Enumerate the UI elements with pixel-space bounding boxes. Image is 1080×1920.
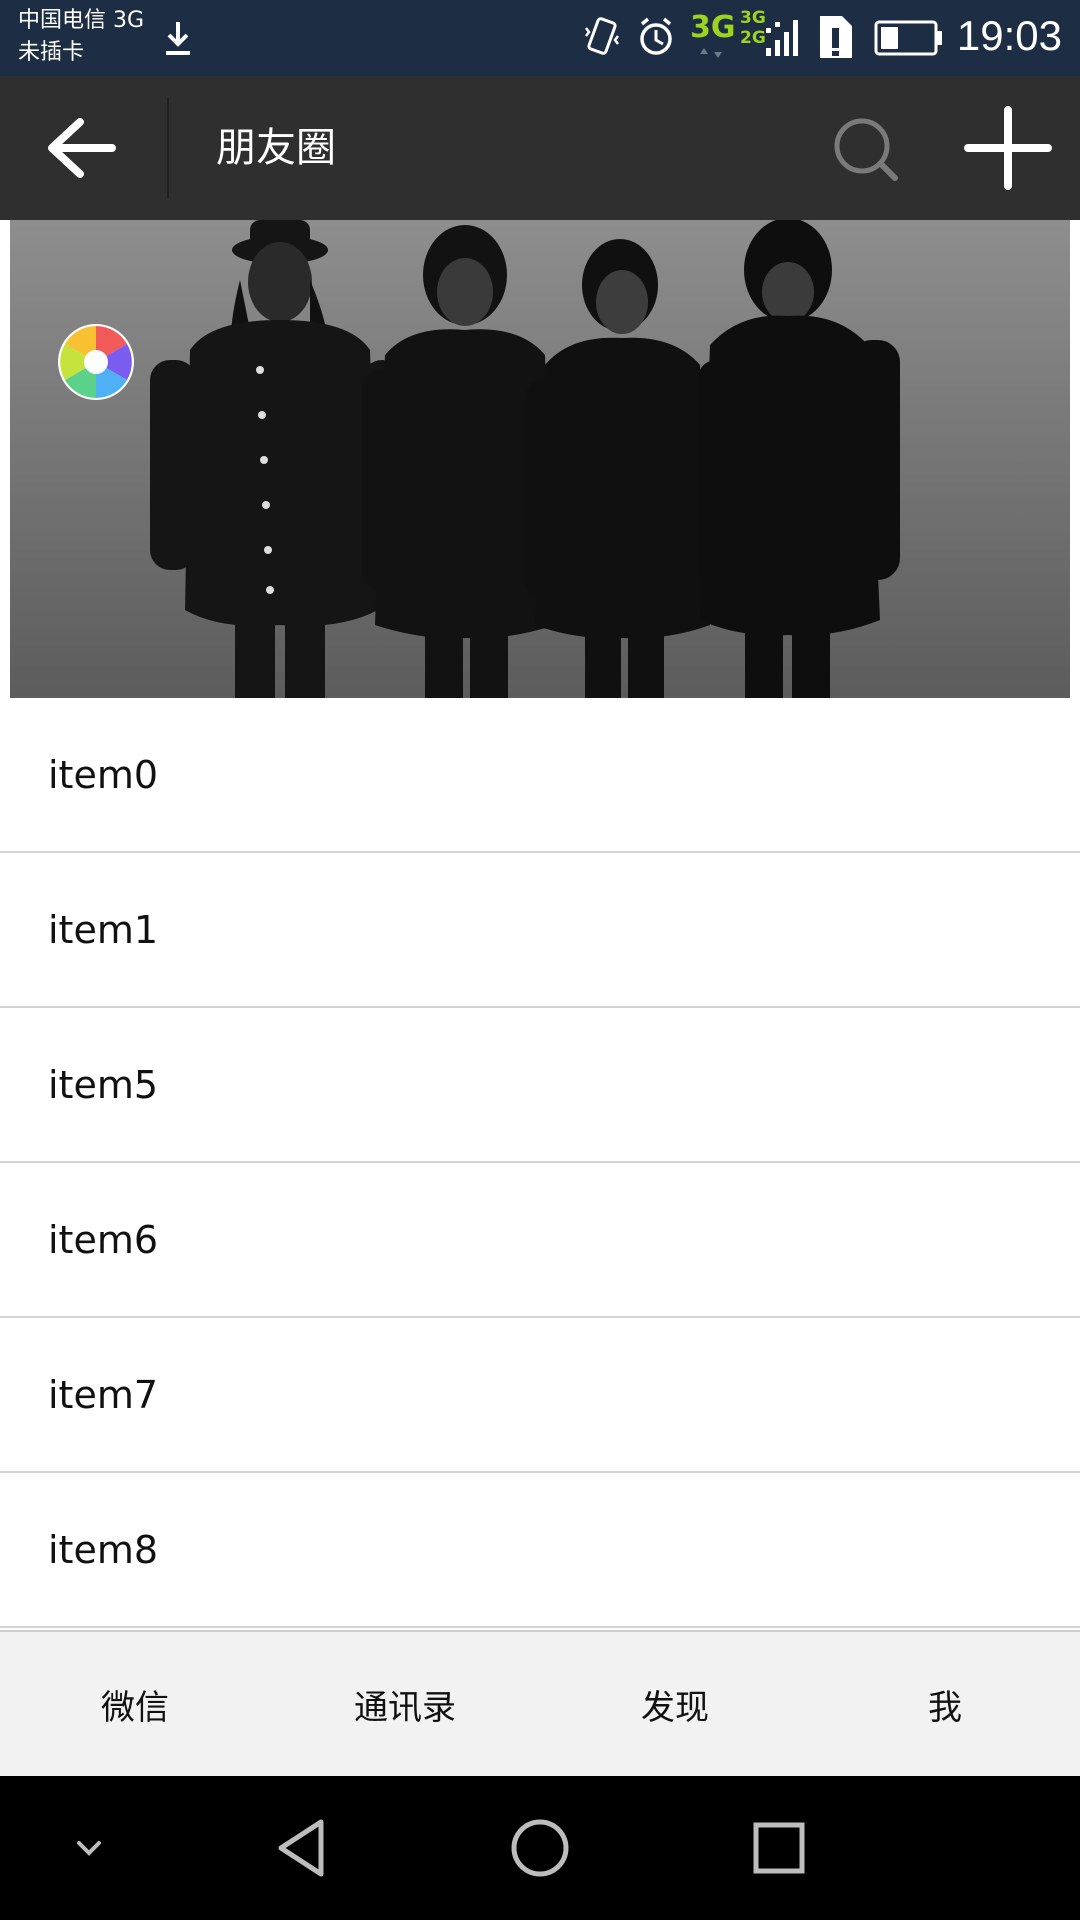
list-item-label: item0 <box>48 752 159 797</box>
nav-recents-button[interactable] <box>734 1806 824 1890</box>
plus-icon <box>964 106 1052 190</box>
list-item[interactable]: item1 <box>0 853 1080 1008</box>
nav-back-button[interactable] <box>256 1806 346 1890</box>
back-arrow-icon <box>48 118 116 178</box>
aperture-icon[interactable] <box>56 322 136 402</box>
battery-icon <box>874 20 942 56</box>
list-item[interactable]: item8 <box>0 1473 1080 1628</box>
carrier-name: 中国电信 3G <box>18 8 145 33</box>
search-icon <box>834 118 898 181</box>
tab-contacts[interactable]: 通讯录 <box>270 1632 540 1776</box>
list-item[interactable]: item7 <box>0 1318 1080 1473</box>
network-secondary: 3G 2G <box>740 8 766 48</box>
system-nav-bar <box>0 1776 1080 1920</box>
carrier-info: 中国电信 3G 未插卡 <box>18 5 144 69</box>
list-item-label: item7 <box>48 1372 159 1417</box>
action-bar-divider <box>167 98 169 198</box>
list-item[interactable]: item0 <box>0 698 1080 853</box>
header-photo[interactable] <box>10 220 1070 698</box>
tab-me[interactable]: 我 <box>810 1632 1080 1776</box>
photo-margin-left <box>0 220 10 698</box>
vibrate-icon <box>585 17 619 55</box>
list-item[interactable]: item5 <box>0 1008 1080 1163</box>
bottom-tab-bar: 微信 通讯录 发现 我 <box>0 1630 1080 1776</box>
signal-icon <box>766 20 798 56</box>
photo-margin-right <box>1070 220 1080 698</box>
list-item-label: item1 <box>48 907 159 952</box>
band-photo <box>10 220 1070 698</box>
collapse-button[interactable] <box>44 1806 134 1890</box>
nav-back-icon <box>278 1819 324 1877</box>
list-item-label: item5 <box>48 1062 159 1107</box>
tab-discover[interactable]: 发现 <box>540 1632 810 1776</box>
item-list: item0 item1 item5 item6 item7 item8 <box>0 698 1080 1628</box>
network-3g-label: 3G <box>690 10 736 45</box>
list-item-label: item8 <box>48 1527 159 1572</box>
nav-home-button[interactable] <box>495 1806 585 1890</box>
action-bar: 朋友圈 <box>0 76 1080 220</box>
nav-recents-icon <box>753 1822 805 1874</box>
network-secondary-bottom: 2G <box>740 28 766 48</box>
status-bar: 中国电信 3G 未插卡 3G 3G 2G 19:03 <box>0 0 1080 76</box>
list-item[interactable]: item6 <box>0 1163 1080 1318</box>
alarm-icon <box>640 17 672 55</box>
status-time: 19:03 <box>956 12 1062 59</box>
page-title: 朋友圈 <box>216 125 336 171</box>
list-item-label: item6 <box>48 1217 159 1262</box>
back-button[interactable] <box>30 106 130 190</box>
tab-wechat[interactable]: 微信 <box>0 1632 270 1776</box>
search-button[interactable] <box>820 106 910 190</box>
nav-home-icon <box>511 1819 569 1877</box>
add-button[interactable] <box>960 102 1056 194</box>
sim-alert-icon <box>820 16 852 58</box>
data-activity-icon <box>700 48 722 58</box>
network-secondary-top: 3G <box>740 8 766 28</box>
collapse-icon <box>77 1841 101 1856</box>
download-icon <box>166 22 190 55</box>
sim-status: 未插卡 <box>18 40 85 65</box>
